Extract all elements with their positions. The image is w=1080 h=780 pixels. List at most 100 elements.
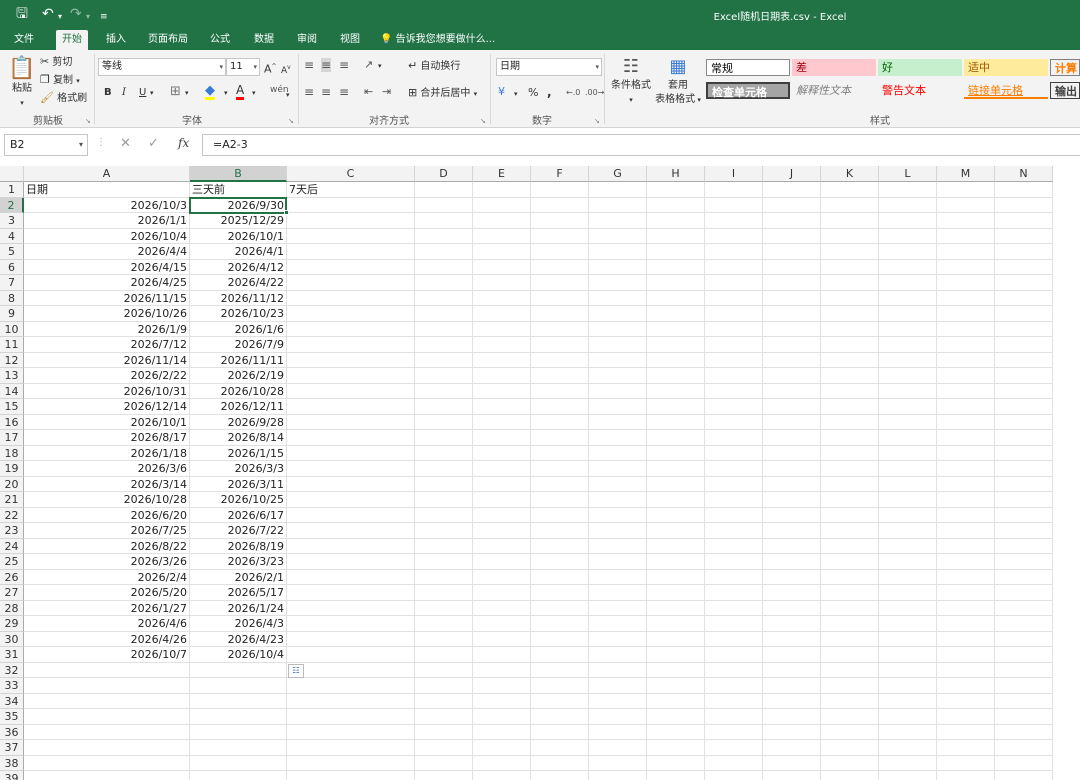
cell-f3[interactable] — [531, 213, 589, 229]
cell-b35[interactable] — [190, 709, 287, 725]
cell-i39[interactable] — [705, 771, 763, 780]
cell-n36[interactable] — [995, 724, 1053, 740]
row-header[interactable]: 30 — [0, 631, 24, 647]
cell-f35[interactable] — [531, 709, 589, 725]
percent-button[interactable]: % — [528, 86, 538, 100]
column-header-a[interactable]: A — [24, 166, 190, 182]
cell-e33[interactable] — [473, 678, 531, 694]
cell-m4[interactable] — [937, 228, 995, 244]
column-header-n[interactable]: N — [995, 166, 1053, 182]
wrap-text-button[interactable]: ↵ 自动换行 — [408, 59, 460, 74]
cell-l30[interactable] — [879, 631, 937, 647]
cell-n13[interactable] — [995, 368, 1053, 384]
cell-d10[interactable] — [415, 321, 473, 337]
cell-c20[interactable] — [287, 476, 415, 492]
row-header[interactable]: 19 — [0, 461, 24, 477]
cell-e35[interactable] — [473, 709, 531, 725]
bold-button[interactable]: B — [104, 86, 112, 100]
cell-i17[interactable] — [705, 430, 763, 446]
cell-c7[interactable] — [287, 275, 415, 291]
cell-i8[interactable] — [705, 290, 763, 306]
cell-g5[interactable] — [589, 244, 647, 260]
cell-j19[interactable] — [763, 461, 821, 477]
cell-a17[interactable]: 2026/8/17 — [24, 430, 190, 446]
cell-e8[interactable] — [473, 290, 531, 306]
cell-n31[interactable] — [995, 647, 1053, 663]
cell-n14[interactable] — [995, 383, 1053, 399]
cell-a11[interactable]: 2026/7/12 — [24, 337, 190, 353]
cell-f21[interactable] — [531, 492, 589, 508]
row-header[interactable]: 26 — [0, 569, 24, 585]
cell-g24[interactable] — [589, 538, 647, 554]
row-header[interactable]: 13 — [0, 368, 24, 384]
tab-file[interactable]: 文件 — [8, 30, 40, 50]
cell-k34[interactable] — [821, 693, 879, 709]
cell-n24[interactable] — [995, 538, 1053, 554]
cell-j28[interactable] — [763, 600, 821, 616]
cell-h20[interactable] — [647, 476, 705, 492]
cell-g10[interactable] — [589, 321, 647, 337]
cell-l13[interactable] — [879, 368, 937, 384]
cell-g16[interactable] — [589, 414, 647, 430]
orientation-icon[interactable]: ↗ — [364, 58, 373, 72]
cell-i13[interactable] — [705, 368, 763, 384]
cell-i29[interactable] — [705, 616, 763, 632]
cell-g12[interactable] — [589, 352, 647, 368]
cell-l2[interactable] — [879, 197, 937, 213]
cell-j15[interactable] — [763, 399, 821, 415]
cell-e30[interactable] — [473, 631, 531, 647]
cell-i9[interactable] — [705, 306, 763, 322]
cell-l9[interactable] — [879, 306, 937, 322]
cell-k19[interactable] — [821, 461, 879, 477]
cell-i28[interactable] — [705, 600, 763, 616]
row-header[interactable]: 23 — [0, 523, 24, 539]
cell-h35[interactable] — [647, 709, 705, 725]
cell-j34[interactable] — [763, 693, 821, 709]
cell-f9[interactable] — [531, 306, 589, 322]
cell-g6[interactable] — [589, 259, 647, 275]
cell-m34[interactable] — [937, 693, 995, 709]
cell-b32[interactable] — [190, 662, 287, 678]
cell-k33[interactable] — [821, 678, 879, 694]
cell-a32[interactable] — [24, 662, 190, 678]
cut-button[interactable]: ✂ 剪切 — [40, 55, 72, 70]
cell-e32[interactable] — [473, 662, 531, 678]
cell-m32[interactable] — [937, 662, 995, 678]
cell-i5[interactable] — [705, 244, 763, 260]
cell-i6[interactable] — [705, 259, 763, 275]
cell-n27[interactable] — [995, 585, 1053, 601]
cell-b8[interactable]: 2026/11/12 — [190, 290, 287, 306]
select-all-corner[interactable] — [0, 166, 24, 182]
cell-m28[interactable] — [937, 600, 995, 616]
cell-n5[interactable] — [995, 244, 1053, 260]
cell-n9[interactable] — [995, 306, 1053, 322]
cell-m35[interactable] — [937, 709, 995, 725]
cell-j29[interactable] — [763, 616, 821, 632]
cell-m33[interactable] — [937, 678, 995, 694]
cell-j27[interactable] — [763, 585, 821, 601]
cell-k13[interactable] — [821, 368, 879, 384]
cell-m39[interactable] — [937, 771, 995, 780]
cell-c9[interactable] — [287, 306, 415, 322]
cell-k2[interactable] — [821, 197, 879, 213]
cell-l11[interactable] — [879, 337, 937, 353]
cell-b15[interactable]: 2026/12/11 — [190, 399, 287, 415]
cell-i35[interactable] — [705, 709, 763, 725]
cell-d11[interactable] — [415, 337, 473, 353]
cell-m16[interactable] — [937, 414, 995, 430]
column-header-m[interactable]: M — [937, 166, 995, 182]
row-header[interactable]: 5 — [0, 244, 24, 260]
cell-k29[interactable] — [821, 616, 879, 632]
cell-j17[interactable] — [763, 430, 821, 446]
cell-k10[interactable] — [821, 321, 879, 337]
cell-m13[interactable] — [937, 368, 995, 384]
cell-a23[interactable]: 2026/7/25 — [24, 523, 190, 539]
cell-k20[interactable] — [821, 476, 879, 492]
cell-l21[interactable] — [879, 492, 937, 508]
cell-i4[interactable] — [705, 228, 763, 244]
cell-n18[interactable] — [995, 445, 1053, 461]
cell-j1[interactable] — [763, 182, 821, 198]
cell-c19[interactable] — [287, 461, 415, 477]
cell-e1[interactable] — [473, 182, 531, 198]
align-middle-icon[interactable]: ≡ — [321, 58, 332, 72]
